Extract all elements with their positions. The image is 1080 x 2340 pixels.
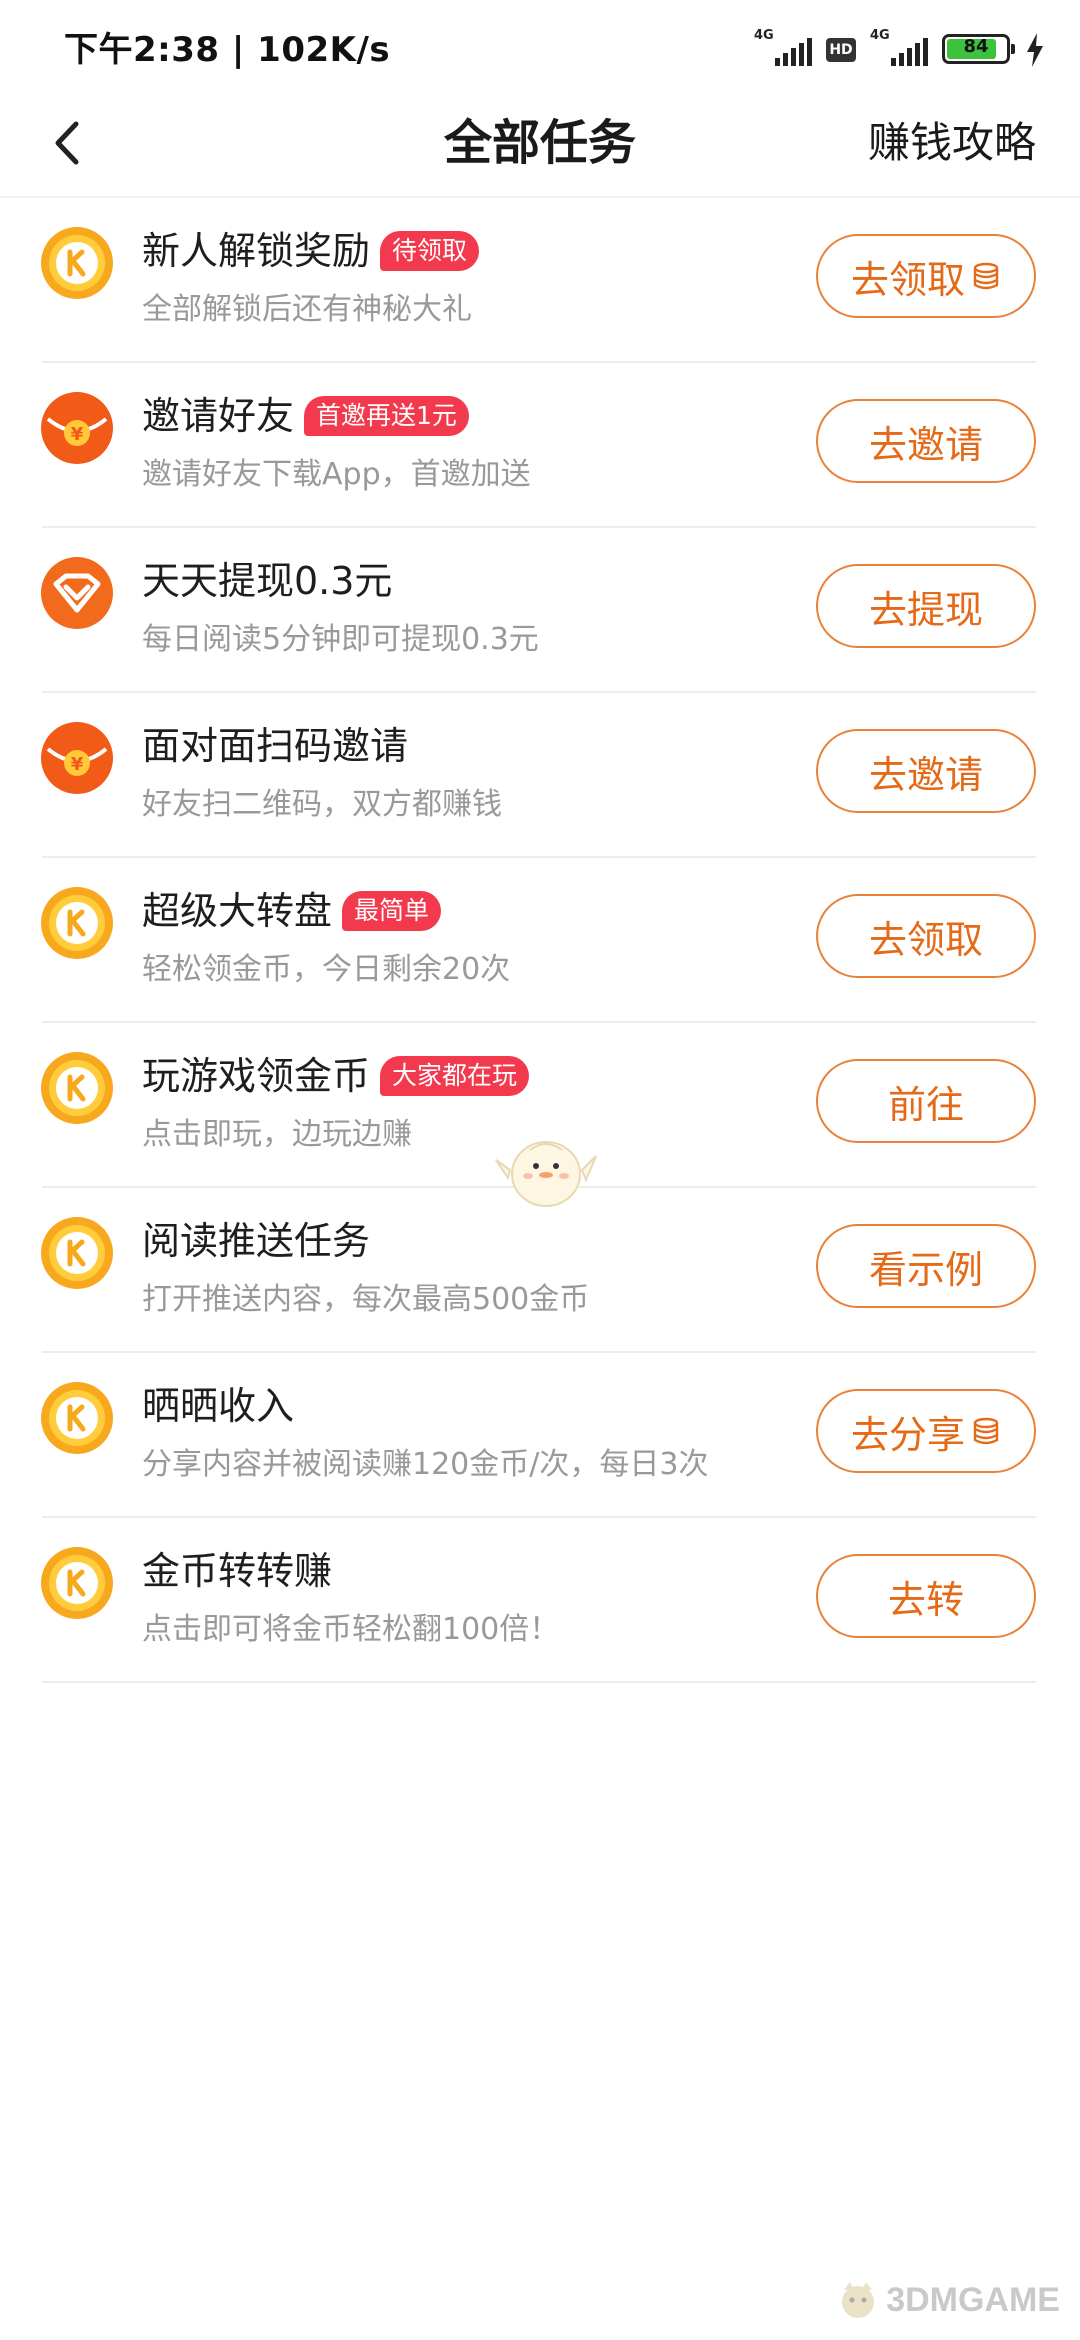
coins-icon	[973, 1417, 999, 1445]
task-description: 好友扫二维码，双方都赚钱	[142, 787, 502, 822]
coin-k-icon	[41, 1547, 113, 1619]
task-action-button[interactable]: 前往	[816, 1059, 1036, 1143]
earning-guide-link[interactable]: 赚钱攻略	[868, 110, 1036, 176]
task-name: 超级大转盘 最简单	[142, 884, 442, 938]
task-action-label: 前往	[887, 1082, 964, 1127]
task-action-label: 去邀请	[868, 422, 983, 467]
watermark: 3DMGAME	[836, 2278, 1060, 2322]
battery-icon: 84	[942, 34, 1015, 64]
task-action-button[interactable]: 去领取	[816, 894, 1036, 978]
status-time: 下午2:38 | 102K/s	[64, 30, 391, 70]
task-action-button[interactable]: 去分享	[816, 1389, 1036, 1473]
task-tag-badge: 最简单	[342, 891, 442, 931]
task-row: 晒晒收入分享内容并被阅读赚120金币/次，每日3次 去分享	[0, 1353, 1080, 1518]
task-action-label: 去领取	[850, 257, 965, 302]
task-action-button[interactable]: 去邀请	[816, 399, 1036, 483]
coin-k-icon	[41, 887, 113, 959]
task-name: 阅读推送任务	[142, 1214, 370, 1268]
cell-signal-2-icon: 4G	[870, 28, 928, 68]
task-name: 晒晒收入	[142, 1379, 294, 1433]
task-tag-badge: 待领取	[380, 231, 480, 271]
task-name: 玩游戏领金币 大家都在玩	[142, 1049, 530, 1103]
task-description: 点击即可将金币轻松翻100倍！	[142, 1612, 560, 1647]
task-description: 分享内容并被阅读赚120金币/次，每日3次	[142, 1447, 709, 1482]
task-action-label: 去邀请	[868, 752, 983, 797]
task-title: 阅读推送任务	[142, 1219, 371, 1263]
task-description: 全部解锁后还有神秘大礼	[142, 292, 472, 327]
status-icons: 4G HD 4G 84	[754, 28, 1046, 68]
watermark-logo-icon	[842, 2282, 875, 2318]
watermark-text: 3DMGAME	[886, 2280, 1060, 2319]
task-description: 每日阅读5分钟即可提现0.3元	[142, 622, 539, 657]
task-title: 邀请好友	[142, 394, 295, 438]
task-name: 天天提现0.3元	[142, 554, 392, 608]
nav-header: 全部任务 赚钱攻略	[0, 90, 1080, 198]
task-title: 天天提现0.3元	[142, 559, 393, 603]
task-action-button[interactable]: 去转	[816, 1554, 1036, 1638]
network-type-label: 4G	[754, 28, 774, 43]
coin-k-icon	[41, 1217, 113, 1289]
cell-signal-icon: 4G	[754, 28, 812, 68]
task-row: 金币转转赚点击即可将金币轻松翻100倍！ 去转	[0, 1518, 1080, 1683]
task-name: 面对面扫码邀请	[142, 719, 408, 773]
task-row: 新人解锁奖励 待领取全部解锁后还有神秘大礼 去领取	[0, 198, 1080, 363]
task-action-label: 看示例	[868, 1247, 983, 1292]
withdraw-icon	[41, 557, 113, 629]
task-name: 新人解锁奖励 待领取	[142, 224, 480, 278]
task-title: 玩游戏领金币	[142, 1054, 371, 1098]
floating-mascot-icon[interactable]	[490, 1120, 602, 1216]
task-action-label: 去转	[887, 1577, 964, 1622]
task-title: 晒晒收入	[142, 1384, 295, 1428]
task-action-button[interactable]: 看示例	[816, 1224, 1036, 1308]
task-description: 轻松领金币，今日剩余20次	[142, 952, 511, 987]
task-description: 邀请好友下载App，首邀加送	[142, 457, 531, 492]
hd-badge: HD	[826, 38, 856, 62]
red-envelope-icon: ¥	[41, 392, 113, 464]
task-name: 邀请好友 首邀再送1元	[142, 389, 469, 443]
task-row: ¥ 邀请好友 首邀再送1元邀请好友下载App，首邀加送 去邀请	[0, 363, 1080, 528]
network-type-2-label: 4G	[870, 28, 890, 43]
task-action-label: 去分享	[850, 1412, 965, 1457]
task-action-button[interactable]: 去提现	[816, 564, 1036, 648]
svg-text:¥: ¥	[71, 424, 84, 445]
task-row: ¥ 面对面扫码邀请好友扫二维码，双方都赚钱 去邀请	[0, 693, 1080, 858]
task-title: 面对面扫码邀请	[142, 724, 409, 768]
task-title: 超级大转盘	[142, 889, 333, 933]
status-bar: 下午2:38 | 102K/s 4G HD 4G 84	[0, 0, 1080, 90]
task-row: 超级大转盘 最简单轻松领金币，今日剩余20次 去领取	[0, 858, 1080, 1023]
task-name: 金币转转赚	[142, 1544, 332, 1598]
task-action-button[interactable]: 去邀请	[816, 729, 1036, 813]
task-row: 天天提现0.3元每日阅读5分钟即可提现0.3元 去提现	[0, 528, 1080, 693]
red-envelope-icon: ¥	[41, 722, 113, 794]
coin-k-icon	[41, 227, 113, 299]
task-description: 打开推送内容，每次最高500金币	[142, 1282, 590, 1317]
task-list: 新人解锁奖励 待领取 全部解锁后还有神秘大礼 去领取 ¥ 邀请好友 首邀再送1元 邀请好友…	[0, 198, 1080, 1683]
coins-icon	[973, 262, 999, 290]
coin-k-icon	[41, 1382, 113, 1454]
task-title: 新人解锁奖励	[142, 229, 371, 273]
coin-k-icon	[41, 1052, 113, 1124]
row-divider	[42, 1681, 1036, 1683]
svg-text:¥: ¥	[71, 754, 84, 775]
task-tag-badge: 首邀再送1元	[304, 396, 469, 436]
task-action-label: 去提现	[868, 587, 983, 632]
task-title: 金币转转赚	[142, 1549, 333, 1593]
task-tag-badge: 大家都在玩	[380, 1056, 530, 1096]
battery-level: 84	[963, 36, 989, 57]
task-action-label: 去领取	[868, 917, 983, 962]
task-action-button[interactable]: 去领取	[816, 234, 1036, 318]
charging-icon	[1027, 33, 1043, 67]
task-description: 点击即玩，边玩边赚	[142, 1117, 412, 1152]
